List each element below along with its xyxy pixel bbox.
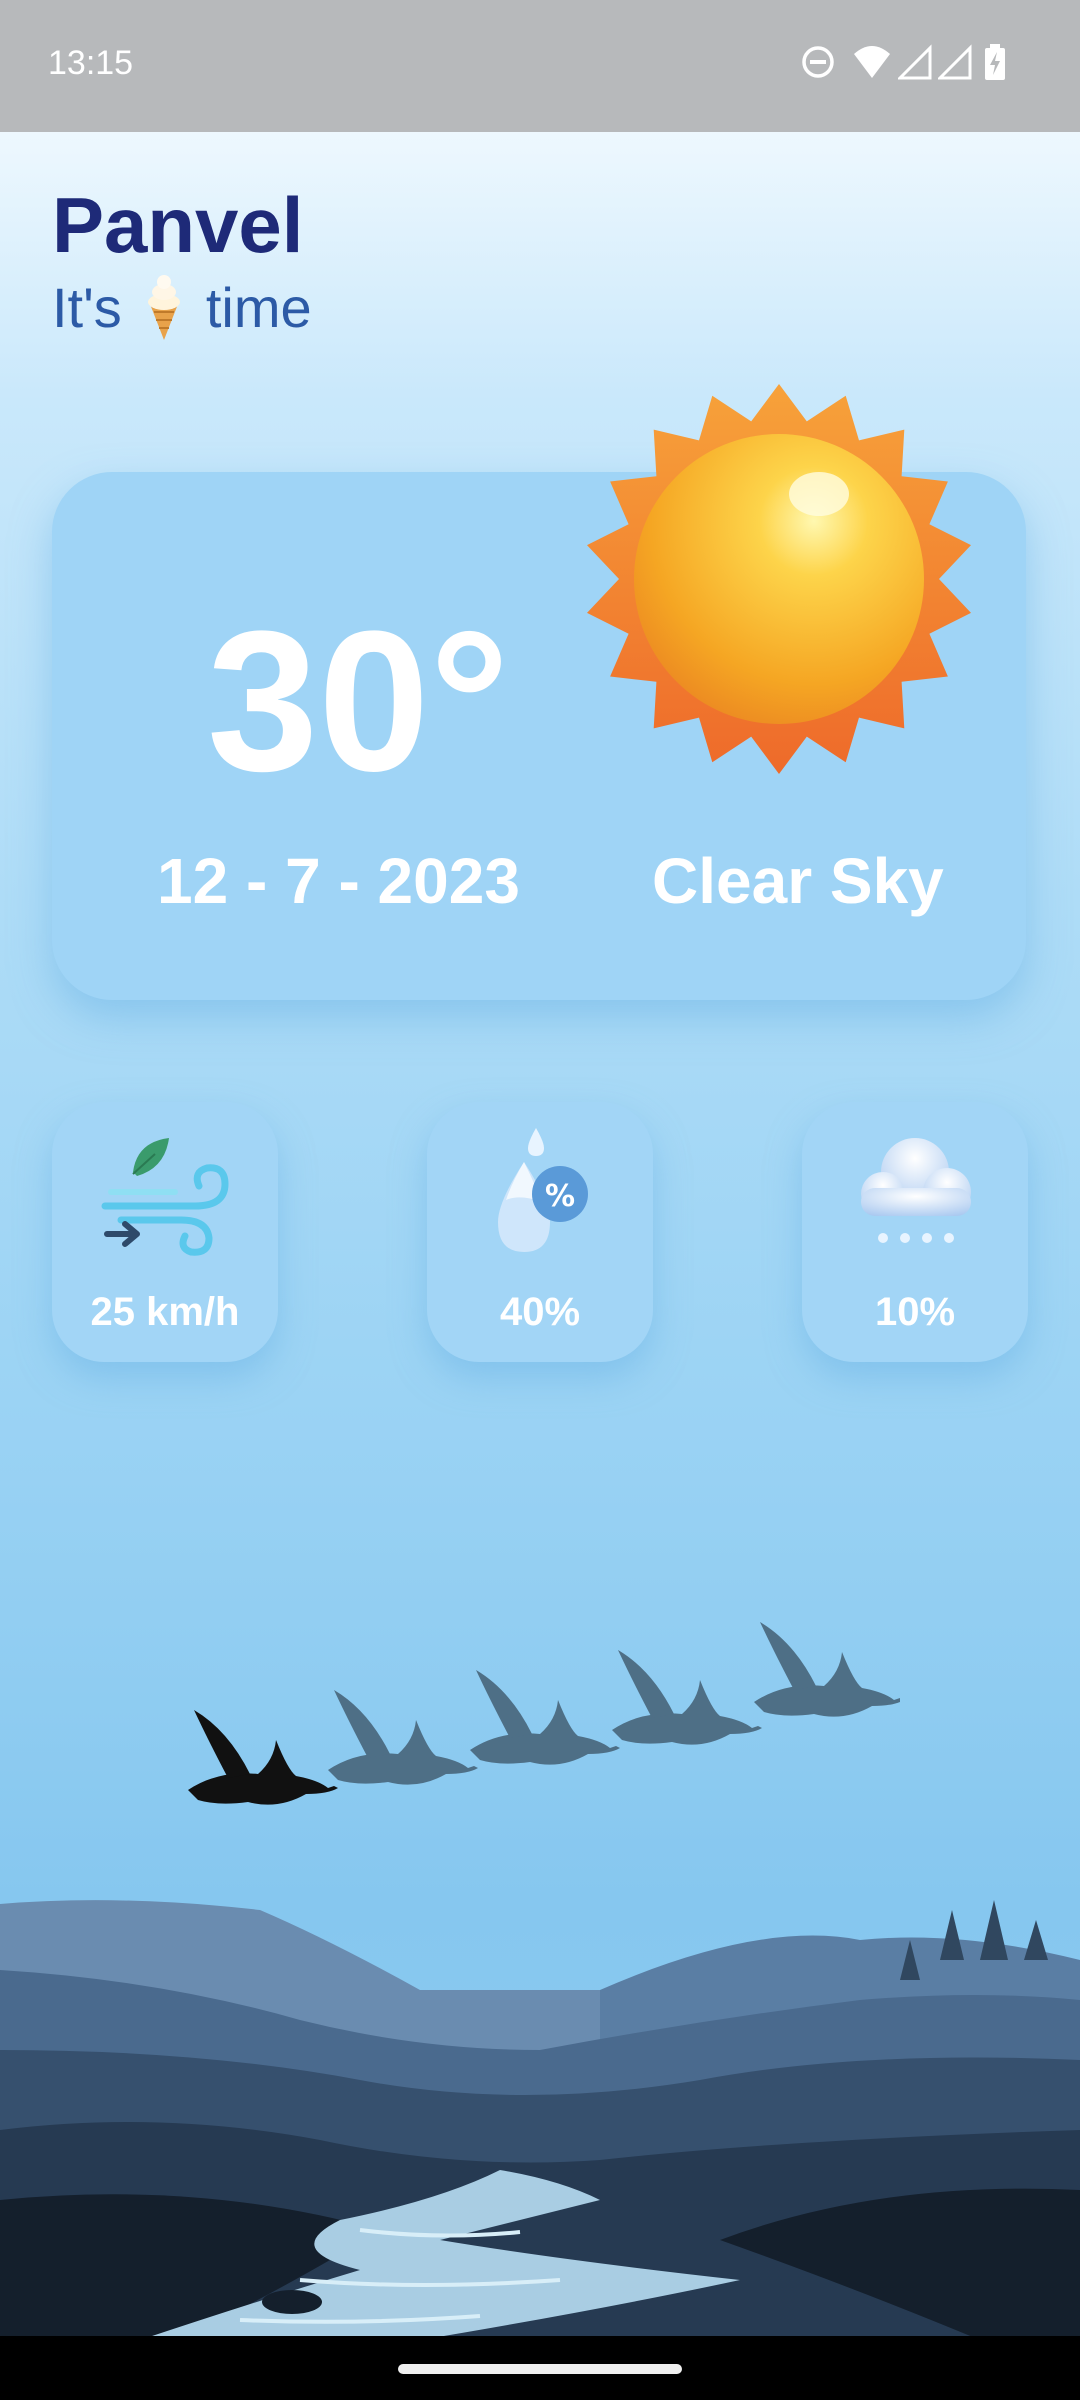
landscape-illustration <box>0 1900 1080 2340</box>
subtitle: It's time <box>52 272 312 342</box>
ice-cream-icon <box>147 275 180 340</box>
geese-illustration <box>188 1622 900 1805</box>
home-gesture-handle[interactable] <box>398 2364 682 2374</box>
subtitle-suffix: time <box>205 275 312 339</box>
city-name: Panvel <box>52 181 304 269</box>
humidity-value: 40% <box>499 1290 581 1334</box>
goose-icon <box>188 1710 338 1805</box>
status-icons <box>800 44 1040 88</box>
goose-icon <box>754 1622 900 1717</box>
weather-condition: Clear Sky <box>652 845 944 917</box>
wifi-icon <box>854 46 890 78</box>
battery-charging-icon <box>985 44 1005 80</box>
precipitation-card: 10% <box>802 1102 1028 1362</box>
status-time: 13:15 <box>48 44 134 82</box>
signal-icon <box>938 44 972 80</box>
humidity-card: % 40% <box>427 1102 653 1362</box>
do-not-disturb-icon <box>802 46 834 78</box>
snow-cloud-icon <box>861 1138 971 1243</box>
sun-icon <box>587 384 971 774</box>
goose-icon <box>328 1690 478 1785</box>
goose-icon <box>612 1650 762 1745</box>
signal-icon <box>898 44 932 80</box>
goose-icon <box>470 1670 620 1765</box>
humidity-icon: % <box>498 1128 588 1252</box>
wind-icon <box>101 1138 229 1256</box>
precipitation-value: 10% <box>874 1290 956 1334</box>
temperature: 30° <box>207 590 510 813</box>
status-bar: 13:15 <box>0 0 1080 132</box>
wind-speed: 25 km/h <box>90 1290 240 1334</box>
wind-card: 25 km/h <box>52 1102 278 1362</box>
date: 12 - 7 - 2023 <box>157 845 520 917</box>
svg-text:%: % <box>545 1179 575 1214</box>
subtitle-prefix: It's <box>52 275 122 339</box>
